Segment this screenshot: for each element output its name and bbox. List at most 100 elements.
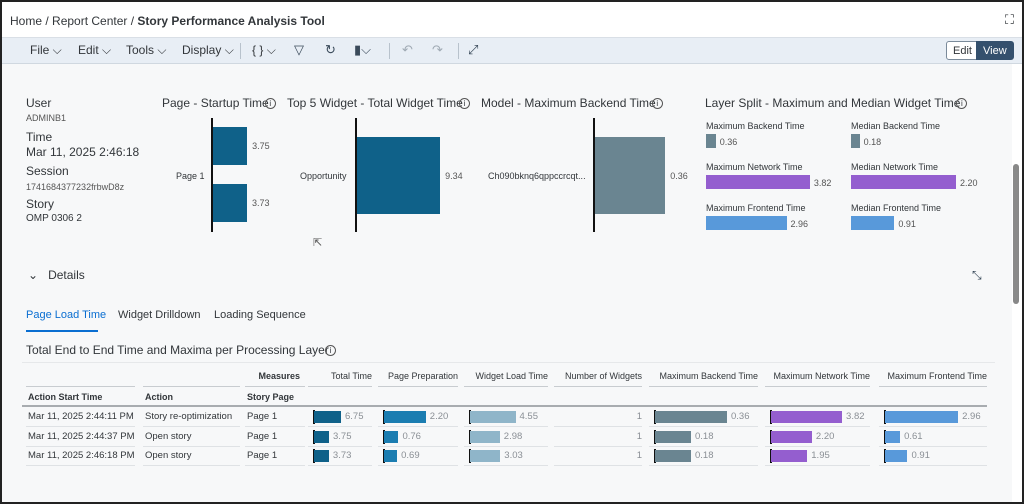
table-cell: Page 1 — [247, 450, 278, 461]
layer-bar — [706, 175, 810, 189]
scrollbar-thumb[interactable] — [1013, 170, 1018, 300]
row-line — [378, 426, 458, 427]
widget-value: 9.34 — [445, 171, 463, 181]
mouse-cursor: ⇱ — [313, 237, 323, 249]
row-line — [26, 426, 135, 427]
table-cell: Page 1 — [247, 411, 278, 422]
row-line — [308, 426, 372, 427]
session-value: 1741684377232frbwD8z — [26, 182, 125, 192]
layer-bar — [851, 175, 956, 189]
header-divider — [22, 405, 987, 407]
row-line — [143, 465, 240, 466]
row-line — [245, 445, 305, 447]
redo-icon[interactable]: ↷ — [432, 42, 443, 58]
chevron-down-icon: ⌄ — [28, 268, 39, 282]
startup-value: 3.75 — [252, 141, 270, 151]
layer-value: 0.36 — [719, 137, 738, 147]
refresh-icon[interactable]: ↻ — [325, 42, 336, 58]
measure-header: Number of Widgets — [564, 371, 642, 381]
breadcrumb: Home / Report Center / Story Performance… — [10, 14, 325, 28]
header-line — [464, 386, 548, 387]
edit-mode-button[interactable]: Edit — [946, 41, 979, 60]
table-value: 3.73 — [332, 450, 352, 461]
tab-page-load-time[interactable]: Page Load Time — [26, 309, 106, 321]
breadcrumb-report-center[interactable]: Report Center / — [52, 14, 134, 28]
row-line — [765, 426, 870, 427]
undo-icon[interactable]: ↶ — [402, 42, 413, 58]
session-label: Session — [26, 164, 69, 178]
formula-menu[interactable]: { } ⌵ — [252, 43, 276, 58]
header-line — [554, 386, 642, 387]
layer-bar — [706, 134, 716, 148]
file-menu[interactable]: File ⌵ — [30, 43, 62, 58]
measure-header: Maximum Backend Time — [659, 371, 758, 381]
expand-icon[interactable]: ⤡ — [972, 268, 982, 283]
model-value: 0.36 — [670, 171, 688, 181]
table-value: 0.69 — [401, 450, 420, 461]
story-label: Story — [26, 197, 55, 211]
table-bar — [314, 411, 341, 423]
row-line — [464, 445, 548, 447]
row-line — [26, 445, 135, 447]
tools-menu[interactable]: Tools ⌵ — [126, 43, 166, 58]
table-bar — [771, 430, 812, 443]
tab-widget-drilldown[interactable]: Widget Drilldown — [118, 309, 201, 321]
table-bar — [314, 450, 329, 462]
expand-icon[interactable]: ⤢ — [468, 42, 478, 58]
header-line — [765, 386, 870, 387]
row-line — [245, 426, 305, 427]
table-cell: Open story — [145, 430, 192, 442]
fullscreen-icon[interactable]: ⛶ — [1005, 12, 1014, 28]
widget-bar — [357, 137, 441, 214]
tab-loading-sequence[interactable]: Loading Sequence — [214, 309, 306, 321]
row-line — [879, 445, 987, 447]
layer-label: Median Backend Time — [851, 121, 941, 131]
startup-bar — [213, 184, 247, 222]
table-value: 3.75 — [333, 430, 352, 442]
edit-menu[interactable]: Edit ⌵ — [78, 43, 111, 58]
measure-header: Page Preparation — [387, 371, 458, 381]
measure-header: Total Time — [330, 371, 372, 381]
table-cell: Mar 11, 2025 2:44:11 PM — [28, 411, 134, 422]
row-line — [143, 445, 240, 447]
widget-category: Opportunity — [300, 171, 347, 181]
layer-bar — [851, 216, 895, 230]
table-bar — [771, 450, 808, 462]
header-line — [308, 386, 372, 387]
toolbar: File ⌵ Edit ⌵ Tools ⌵ Display ⌵ { } ⌵ ▽ … — [2, 38, 1022, 64]
row-line — [245, 465, 305, 466]
table-bar — [655, 430, 691, 443]
table-value: 0.76 — [402, 430, 421, 442]
table-bar — [885, 430, 901, 443]
table-cell: Mar 11, 2025 2:44:37 PM — [28, 430, 135, 442]
table-bar — [885, 450, 908, 462]
layer-label: Maximum Backend Time — [706, 121, 805, 131]
filter-icon[interactable]: ▽ — [294, 42, 304, 58]
bookmark-icon[interactable]: ▮⌵ — [354, 42, 371, 58]
info-icon[interactable]: i — [956, 98, 968, 109]
dim-header: Action — [145, 392, 173, 402]
row-line — [26, 465, 135, 466]
row-line — [554, 445, 642, 447]
table-value: 6.75 — [345, 411, 364, 422]
row-line — [464, 465, 548, 466]
table-value: 0.18 — [695, 430, 714, 442]
row-line — [554, 426, 642, 427]
table-bar — [655, 450, 691, 462]
info-icon[interactable]: i — [458, 98, 470, 109]
model-bar — [595, 137, 666, 214]
row-line — [378, 445, 458, 447]
display-menu[interactable]: Display ⌵ — [182, 43, 234, 58]
info-icon[interactable]: i — [264, 98, 276, 109]
info-icon[interactable]: i — [651, 98, 663, 109]
details-toggle[interactable]: ⌄ Details — [28, 268, 85, 282]
table-value: 4.55 — [519, 411, 539, 422]
info-icon[interactable]: i — [324, 345, 336, 356]
view-mode-button[interactable]: View — [976, 41, 1014, 60]
table-value: 1 — [636, 411, 642, 422]
table-value: 0.91 — [911, 450, 930, 461]
story-value: OMP 0306 2 — [26, 213, 82, 224]
breadcrumb-home[interactable]: Home / — [10, 14, 49, 28]
row-line — [765, 465, 870, 466]
table-value: 2.20 — [429, 411, 449, 422]
